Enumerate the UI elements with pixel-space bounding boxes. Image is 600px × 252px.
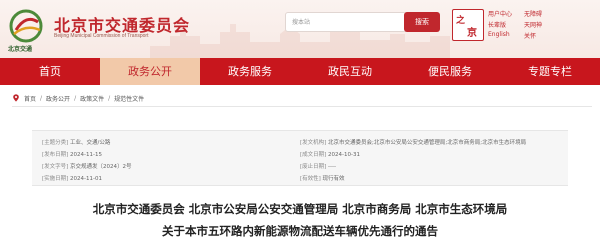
crumb-normative-docs[interactable]: 规范性文件 xyxy=(114,94,144,103)
divider xyxy=(12,106,592,107)
nav-convenience[interactable]: 便民服务 xyxy=(400,58,500,85)
meta-row: [发文字号] 京交规通发〔2024〕2号 xyxy=(42,161,132,173)
search-button[interactable]: 搜索 xyxy=(404,12,440,32)
breadcrumb: 首页 / 政务公开 / 政策文件 / 规范性文件 xyxy=(12,92,144,104)
link-elder-mode[interactable]: 长辈版 xyxy=(488,20,506,29)
document-metadata: [主题分类] 工业、交通/公路 [发布日期] 2024-11-15 [发文字号]… xyxy=(32,130,568,186)
link-accessibility[interactable]: 无障碍 xyxy=(524,9,542,18)
meta-column-right: [发文机构] 北京市交通委员会;北京市公安局公安交通管理局;北京市商务局;北京市… xyxy=(300,137,526,185)
link-user-center[interactable]: 用户中心 xyxy=(488,9,512,18)
crumb-home[interactable]: 首页 xyxy=(24,94,36,103)
site-subtitle: Beijing Municipal Commission of Transpor… xyxy=(54,33,149,39)
crumb-separator: / xyxy=(40,94,43,102)
logo-text: 北京交通 xyxy=(8,46,33,53)
meta-row: [成文日期] 2024-10-31 xyxy=(300,149,526,161)
emblem-char-1: 之 xyxy=(456,16,466,26)
meta-row: [有效性] 现行有效 xyxy=(300,173,526,185)
nav-special-topics[interactable]: 专题专栏 xyxy=(500,58,600,85)
crumb-policy-docs[interactable]: 政策文件 xyxy=(80,94,104,103)
location-icon xyxy=(13,94,19,102)
meta-value: 工业、交通/公路 xyxy=(70,140,111,146)
city-emblem-icon: 之 京 xyxy=(452,9,484,41)
document-title: 北京市交通委员会 北京市公安局公安交通管理局 北京市商务局 北京市生态环境局 关… xyxy=(0,198,600,242)
meta-row: [实施日期] 2024-11-01 xyxy=(42,173,132,185)
meta-value: 京交规通发〔2024〕2号 xyxy=(70,164,132,170)
meta-value: 现行有效 xyxy=(322,176,345,182)
document-title-line-1: 北京市交通委员会 北京市公安局公安交通管理局 北京市商务局 北京市生态环境局 xyxy=(92,202,508,216)
meta-key: [发文字号] xyxy=(42,164,69,170)
meta-value: 北京市交通委员会;北京市公安局公安交通管理局;北京市商务局;北京市生态环境局 xyxy=(328,140,527,146)
meta-row: [主题分类] 工业、交通/公路 xyxy=(42,137,132,149)
document-title-line-2: 关于本市五环路内新能源物流配送车辆优先通行的通告 xyxy=(162,224,438,238)
meta-row: [废止日期] ---- xyxy=(300,161,526,173)
meta-key: [废止日期] xyxy=(300,164,327,170)
logo-icon xyxy=(9,9,43,43)
nav-interaction[interactable]: 政民互动 xyxy=(300,58,400,85)
search-box xyxy=(285,12,407,32)
link-care[interactable]: 关怀 xyxy=(524,31,536,40)
nav-gov-services[interactable]: 政务服务 xyxy=(200,58,300,85)
meta-value: 2024-11-15 xyxy=(70,152,103,158)
meta-key: [有效性] xyxy=(300,176,321,182)
meta-key: [发布日期] xyxy=(42,152,69,158)
search-input[interactable] xyxy=(286,13,406,31)
crumb-separator: / xyxy=(108,94,111,102)
meta-key: [发文机构] xyxy=(300,140,327,146)
nav-home[interactable]: 首页 xyxy=(0,58,100,85)
meta-row: [发文机构] 北京市交通委员会;北京市公安局公安交通管理局;北京市商务局;北京市… xyxy=(300,137,526,149)
crumb-separator: / xyxy=(74,94,77,102)
meta-value: 2024-10-31 xyxy=(328,152,361,158)
meta-key: [主题分类] xyxy=(42,140,69,146)
emblem-char-2: 京 xyxy=(467,28,477,39)
site-header: 北京交通 北京市交通委员会 Beijing Municipal Commissi… xyxy=(0,0,600,58)
main-nav: 首页 政务公开 政务服务 政民互动 便民服务 专题专栏 xyxy=(0,58,600,85)
link-english[interactable]: English xyxy=(488,31,510,38)
meta-row: [发布日期] 2024-11-15 xyxy=(42,149,132,161)
link-tianwang[interactable]: 天网神 xyxy=(524,20,542,29)
meta-column-left: [主题分类] 工业、交通/公路 [发布日期] 2024-11-15 [发文字号]… xyxy=(42,137,132,185)
meta-value: 2024-11-01 xyxy=(70,176,103,182)
nav-gov-affairs-open[interactable]: 政务公开 xyxy=(100,58,200,85)
meta-value: ---- xyxy=(328,164,336,170)
meta-key: [实施日期] xyxy=(42,176,69,182)
meta-key: [成文日期] xyxy=(300,152,327,158)
crumb-gov-affairs[interactable]: 政务公开 xyxy=(46,94,70,103)
